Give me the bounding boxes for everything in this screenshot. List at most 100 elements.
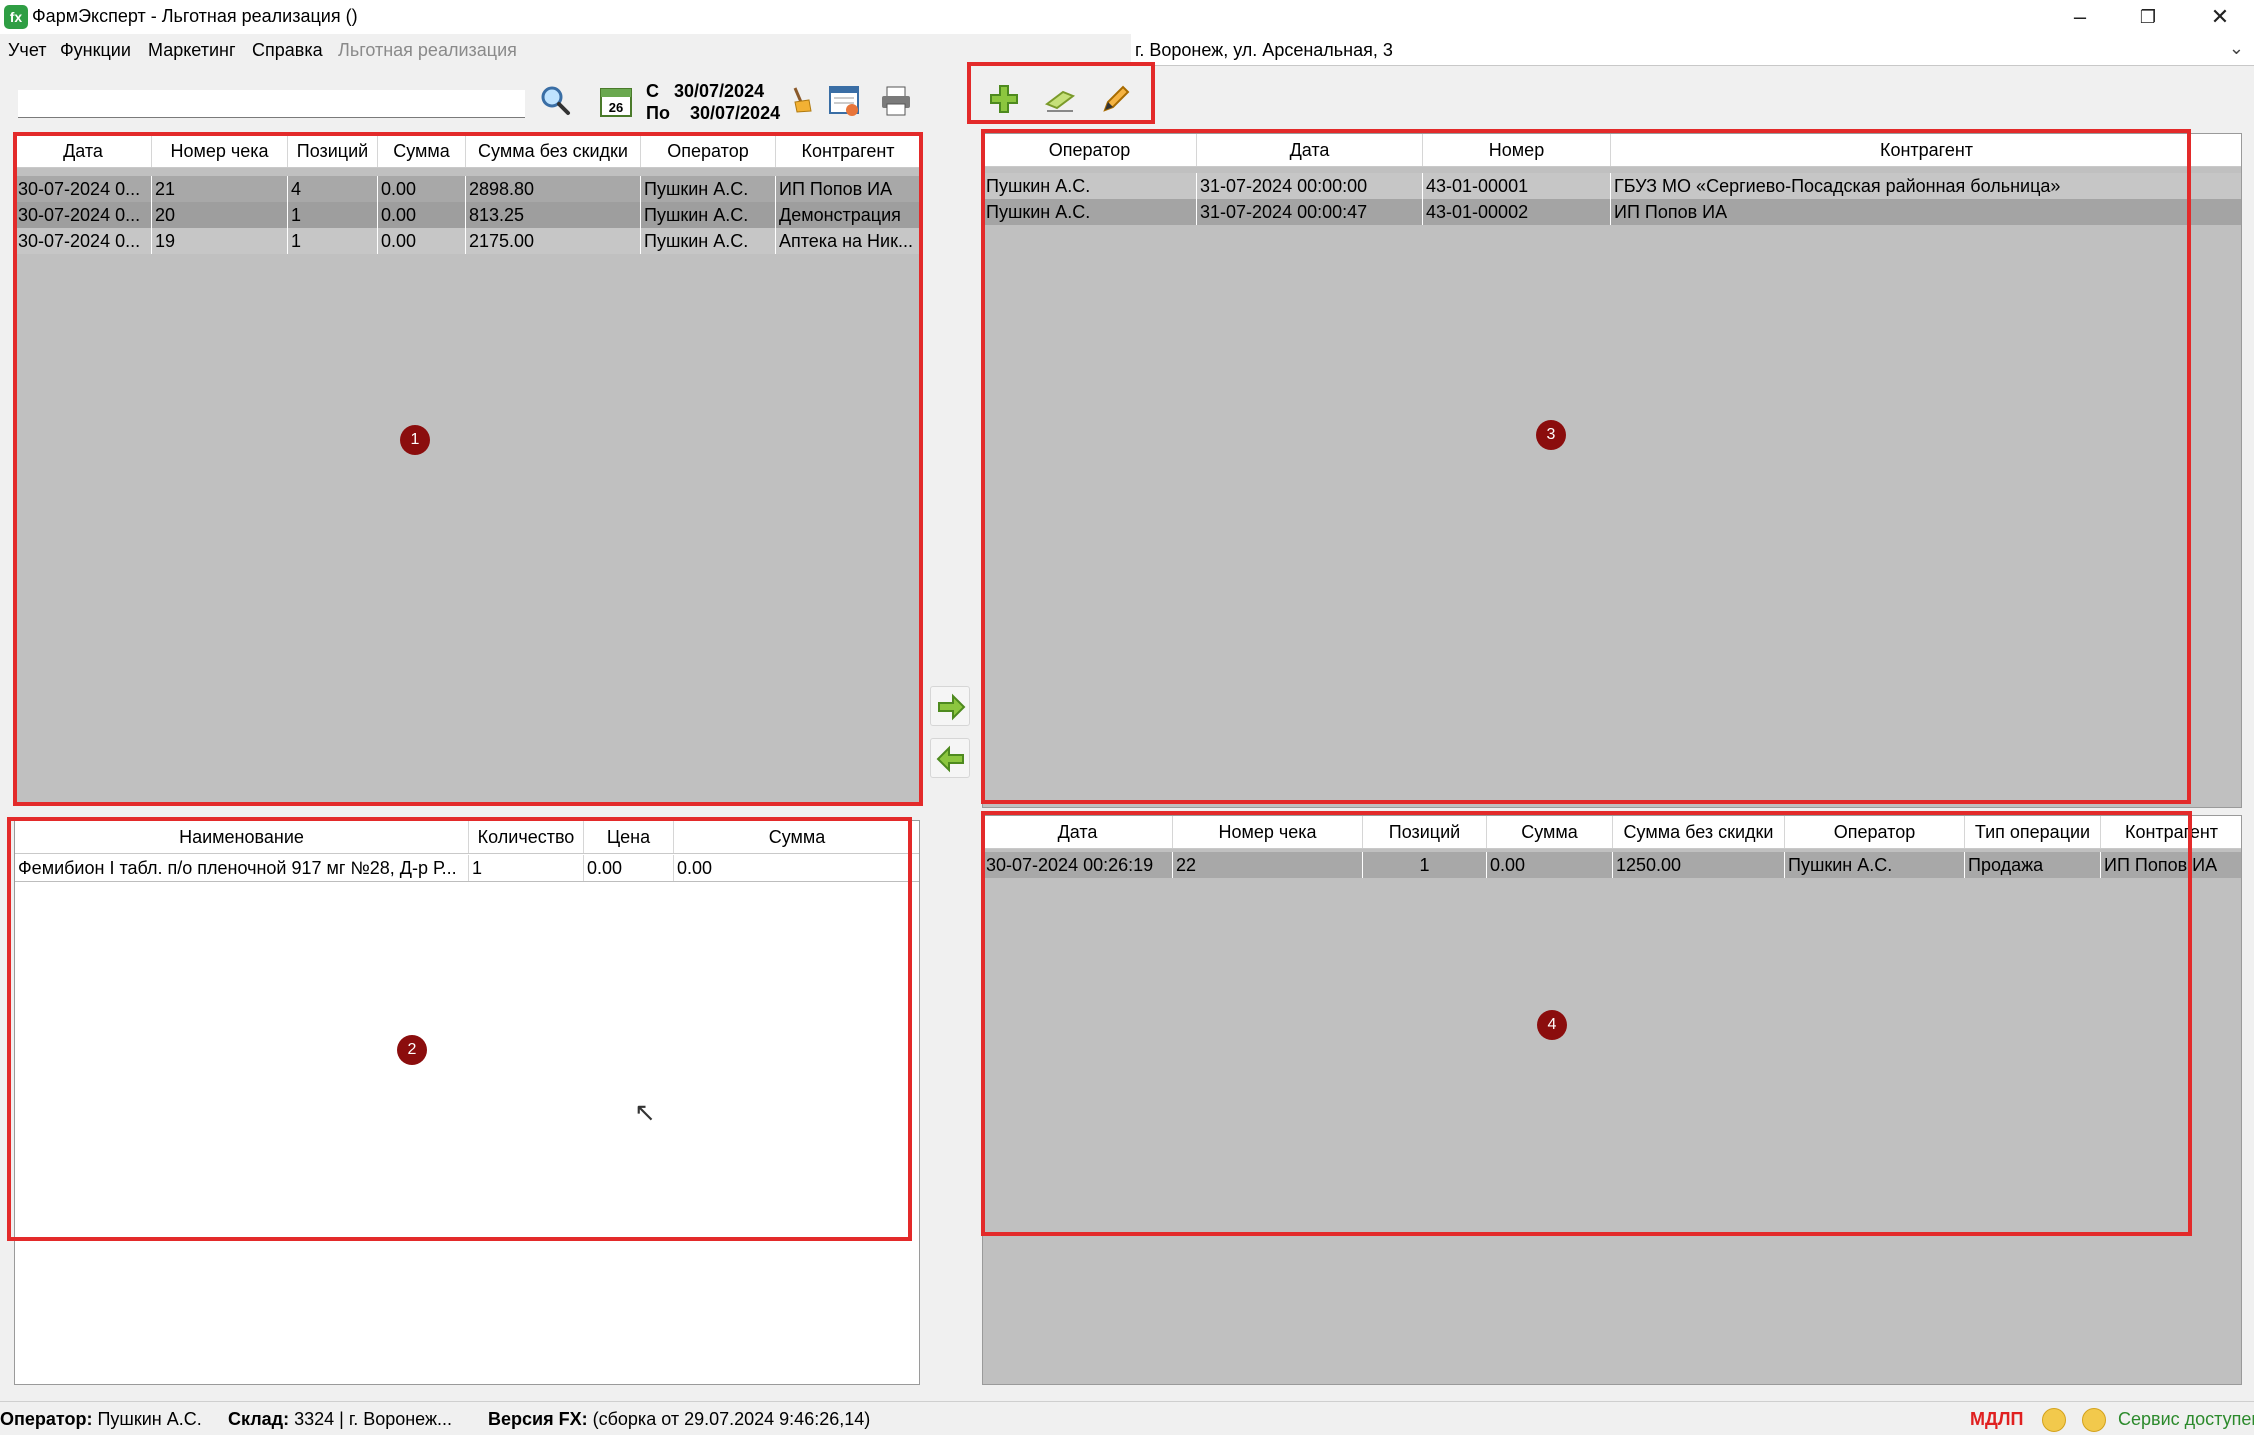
cell-operator: Пушкин А.С.	[641, 176, 776, 202]
registry-grid[interactable]: Оператор Дата Номер Контрагент Пушкин А.…	[982, 133, 2242, 808]
column-header[interactable]: Номер чека	[152, 135, 288, 167]
broom-icon[interactable]	[780, 84, 820, 124]
cell-counterparty: Аптека на Ник...	[776, 228, 919, 254]
column-header[interactable]: Сумма	[1487, 816, 1613, 848]
window-title: ФармЭксперт - Льготная реализация ()	[32, 6, 358, 26]
column-header[interactable]: Оператор	[983, 134, 1197, 166]
cell-number: 43-01-00001	[1423, 173, 1611, 199]
date-from-label: С	[646, 81, 659, 101]
cell-sum: 0.00	[378, 202, 466, 228]
cell-sum-no-discount: 2175.00	[466, 228, 641, 254]
eraser-icon[interactable]	[1040, 82, 1080, 122]
column-header[interactable]: Оператор	[641, 135, 776, 167]
location-value: г. Воронеж, ул. Арсенальная, 3	[1135, 40, 1393, 60]
cell-operator: Пушкин А.С.	[1785, 852, 1965, 878]
location-select[interactable]: г. Воронеж, ул. Арсенальная, 3 ⌄	[1131, 34, 2254, 66]
move-right-button[interactable]	[930, 686, 970, 726]
search-input[interactable]	[18, 90, 525, 118]
column-header[interactable]: Номер чека	[1173, 816, 1363, 848]
report-icon[interactable]	[824, 84, 864, 124]
column-header[interactable]: Цена	[584, 821, 674, 853]
column-header[interactable]: Наименование	[15, 821, 469, 853]
version-label: Версия FX:	[488, 1409, 588, 1429]
cell-operation-type: Продажа	[1965, 852, 2101, 878]
column-header[interactable]: Контрагент	[2101, 816, 2241, 848]
store-label: Склад:	[228, 1409, 290, 1429]
items-grid[interactable]: Наименование Количество Цена Сумма Фемиб…	[14, 820, 920, 1385]
menu-funktsii[interactable]: Функции	[60, 40, 131, 61]
column-header[interactable]: Сумма без скидки	[1613, 816, 1785, 848]
registry-receipts-header: Дата Номер чека Позиций Сумма Сумма без …	[983, 816, 2241, 849]
app-logo-icon: fx	[4, 5, 28, 29]
store-value: 3324 | г. Воронеж...	[294, 1409, 453, 1429]
minimize-icon[interactable]: –	[2046, 0, 2114, 34]
table-row[interactable]: Пушкин А.С. 31-07-2024 00:00:00 43-01-00…	[983, 173, 2241, 199]
cell-positions: 4	[288, 176, 378, 202]
menu-spravka[interactable]: Справка	[252, 40, 323, 61]
menu-uchet[interactable]: Учет	[8, 40, 46, 61]
print-icon[interactable]	[876, 84, 916, 124]
column-header[interactable]: Позиций	[288, 135, 378, 167]
cell-counterparty: ИП Попов ИА	[776, 176, 919, 202]
date-to-value[interactable]: 30/07/2024	[690, 103, 780, 124]
cell-sum-no-discount: 2898.80	[466, 176, 641, 202]
menu-marketing[interactable]: Маркетинг	[148, 40, 236, 61]
column-header[interactable]: Контрагент	[1611, 134, 2241, 166]
restore-icon[interactable]: ❐	[2114, 0, 2182, 34]
column-header[interactable]: Дата	[1197, 134, 1423, 166]
table-row[interactable]: 30-07-2024 0... 21 4 0.00 2898.80 Пушкин…	[15, 176, 919, 202]
close-icon[interactable]: ✕	[2186, 0, 2254, 34]
column-header[interactable]: Дата	[983, 816, 1173, 848]
mdlp-status[interactable]: МДЛП	[1970, 1409, 2023, 1430]
table-row[interactable]: 30-07-2024 0... 20 1 0.00 813.25 Пушкин …	[15, 202, 919, 228]
calendar-icon[interactable]: 26	[596, 84, 636, 124]
svg-text:26: 26	[609, 100, 623, 115]
cell-counterparty: ИП Попов ИА	[1611, 199, 2241, 225]
cell-sum-no-discount: 813.25	[466, 202, 641, 228]
cell-operator: Пушкин А.С.	[641, 228, 776, 254]
table-row[interactable]: Пушкин А.С. 31-07-2024 00:00:47 43-01-00…	[983, 199, 2241, 225]
registry-receipts-grid[interactable]: Дата Номер чека Позиций Сумма Сумма без …	[982, 815, 2242, 1385]
column-header[interactable]: Дата	[15, 135, 152, 167]
cell-date: 31-07-2024 00:00:00	[1197, 173, 1423, 199]
table-row[interactable]: 30-07-2024 00:26:19 22 1 0.00 1250.00 Пу…	[983, 852, 2241, 878]
date-from-value[interactable]: 30/07/2024	[674, 81, 764, 102]
column-header[interactable]: Позиций	[1363, 816, 1487, 848]
cell-operator: Пушкин А.С.	[641, 202, 776, 228]
cell-date: 31-07-2024 00:00:47	[1197, 199, 1423, 225]
service-status: Сервис доступен	[2118, 1409, 2254, 1429]
cell-quantity: 1	[469, 855, 584, 881]
date-to-label: По	[646, 103, 670, 123]
chevron-down-icon: ⌄	[2228, 38, 2244, 58]
pencil-icon[interactable]	[1096, 82, 1136, 122]
cell-sum: 0.00	[674, 855, 919, 881]
move-left-button[interactable]	[930, 738, 970, 778]
cell-counterparty: ГБУЗ МО «Сергиево-Посадская районная бол…	[1611, 173, 2241, 199]
table-row[interactable]: 30-07-2024 0... 19 1 0.00 2175.00 Пушкин…	[15, 228, 919, 254]
column-header[interactable]: Сумма	[378, 135, 466, 167]
column-header[interactable]: Контрагент	[776, 135, 919, 167]
cell-name: Фемибион I табл. п/о пленочной 917 мг №2…	[15, 855, 469, 881]
status-bar: Оператор: Пушкин А.С. Склад: 3324 | г. В…	[0, 1401, 2254, 1435]
column-header[interactable]: Номер	[1423, 134, 1611, 166]
cell-positions: 1	[288, 202, 378, 228]
cell-number: 43-01-00002	[1423, 199, 1611, 225]
operator-value: Пушкин А.С.	[97, 1409, 202, 1429]
title-bar: fx ФармЭксперт - Льготная реализация () …	[0, 0, 2254, 34]
cell-counterparty: Демонстрация	[776, 202, 919, 228]
cell-number: 21	[152, 176, 288, 202]
column-header[interactable]: Сумма	[674, 821, 919, 853]
cell-number: 20	[152, 202, 288, 228]
column-header[interactable]: Оператор	[1785, 816, 1965, 848]
cell-positions: 1	[1363, 852, 1487, 878]
column-header[interactable]: Количество	[469, 821, 584, 853]
status-indicator-icon	[2082, 1408, 2106, 1432]
table-row[interactable]: Фемибион I табл. п/о пленочной 917 мг №2…	[15, 855, 919, 881]
search-icon[interactable]	[535, 84, 575, 124]
column-header[interactable]: Тип операции	[1965, 816, 2101, 848]
column-header[interactable]: Сумма без скидки	[466, 135, 641, 167]
status-indicator-icon	[2042, 1408, 2066, 1432]
marker-4: 4	[1537, 1010, 1567, 1040]
add-icon[interactable]	[984, 82, 1024, 122]
receipts-grid[interactable]: Дата Номер чека Позиций Сумма Сумма без …	[14, 134, 920, 804]
